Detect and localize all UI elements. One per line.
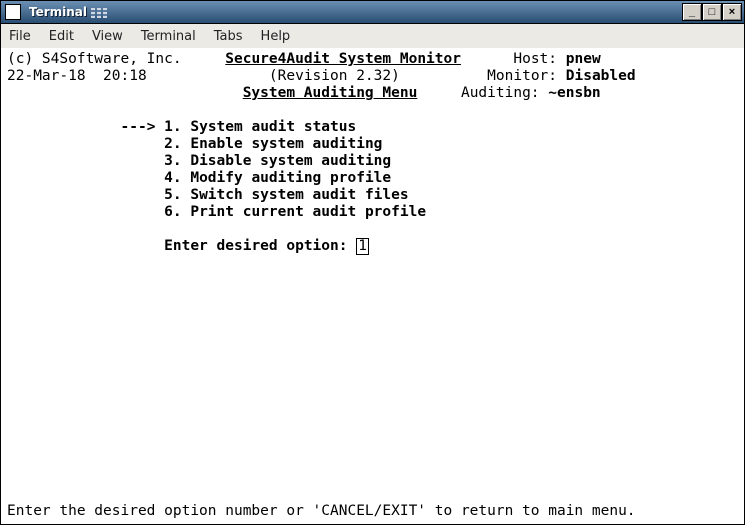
menu-help[interactable]: Help <box>261 29 291 44</box>
menu-item-3-label: Disable system auditing <box>190 153 391 169</box>
menu-item-5-num: 5 <box>164 187 173 203</box>
monitor-label: Monitor: <box>487 68 557 84</box>
datetime: 22-Mar-18 20:18 <box>7 68 147 84</box>
menu-edit[interactable]: Edit <box>49 29 74 44</box>
menu-item-4-label: Modify auditing profile <box>190 170 391 186</box>
maximize-button[interactable]: □ <box>702 3 722 21</box>
titlebar-grip <box>91 6 107 18</box>
window-title: Terminal <box>29 5 87 19</box>
app-icon <box>5 4 21 20</box>
menu-file[interactable]: File <box>9 29 31 44</box>
copyright: (c) S4Software, Inc. <box>7 51 182 67</box>
menu-tabs[interactable]: Tabs <box>214 29 243 44</box>
auditing-label: Auditing: <box>461 85 540 101</box>
menu-title: System Auditing Menu <box>243 85 418 101</box>
monitor-value: Disabled <box>566 68 636 84</box>
window-controls: _ □ × <box>682 3 742 21</box>
host-label: Host: <box>513 51 557 67</box>
footer-hint: Enter the desired option number or 'CANC… <box>7 503 738 520</box>
menu-item-1-label: System audit status <box>190 119 356 135</box>
menu-view[interactable]: View <box>92 29 123 44</box>
terminal-content[interactable]: (c) S4Software, Inc. Secure4Audit System… <box>1 48 744 524</box>
close-button[interactable]: × <box>722 3 742 21</box>
menu-arrow: ---> <box>121 119 156 135</box>
host-value: pnew <box>566 51 601 67</box>
minimize-button[interactable]: _ <box>682 3 702 21</box>
menu-item-5-label: Switch system audit files <box>190 187 408 203</box>
menu-item-6-num: 6 <box>164 204 173 220</box>
option-prompt: Enter desired option: <box>164 238 347 254</box>
app-title: Secure4Audit System Monitor <box>225 51 461 67</box>
menu-item-3-num: 3 <box>164 153 173 169</box>
revision-label: (Revision 2.32) <box>269 68 400 84</box>
menu-item-2-num: 2 <box>164 136 173 152</box>
menu-terminal[interactable]: Terminal <box>141 29 196 44</box>
menu-item-4-num: 4 <box>164 170 173 186</box>
menubar: File Edit View Terminal Tabs Help <box>1 24 744 49</box>
window-titlebar[interactable]: Terminal _ □ × <box>1 1 744 24</box>
menu-item-2-label: Enable system auditing <box>190 136 382 152</box>
menu-item-1-num: 1 <box>164 119 173 135</box>
menu-item-6-label: Print current audit profile <box>190 204 426 220</box>
terminal-window: Terminal _ □ × File Edit View Terminal T… <box>0 0 745 525</box>
auditing-value: ~ensbn <box>548 85 600 101</box>
option-input[interactable]: 1 <box>356 238 369 255</box>
